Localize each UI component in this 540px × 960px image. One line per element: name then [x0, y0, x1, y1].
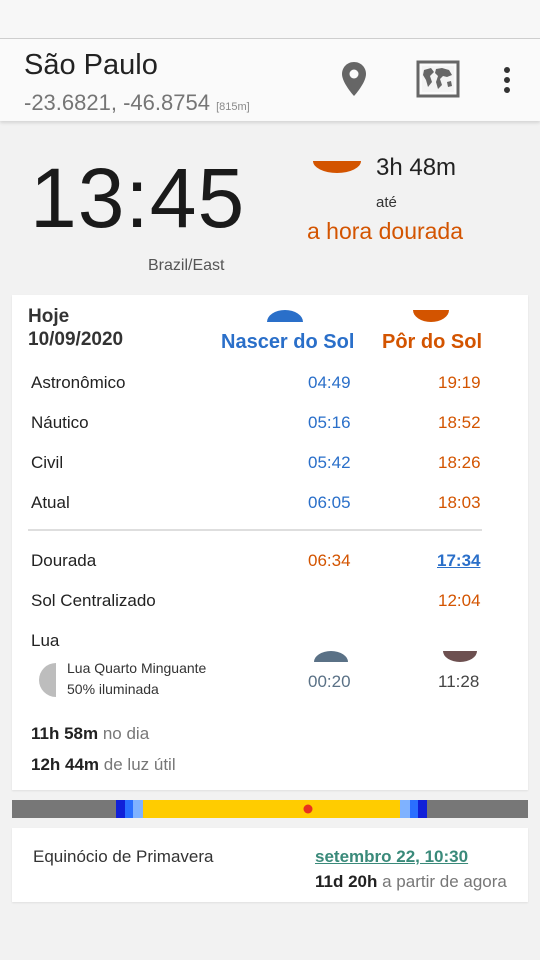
app-bar: São Paulo -23.6821, -46.8754 [815m]	[0, 39, 540, 121]
overflow-menu-button[interactable]	[496, 63, 518, 97]
equinox-card: Equinócio de Primavera setembro 22, 10:3…	[12, 828, 528, 902]
solar-noon[interactable]: 12:04	[438, 591, 481, 611]
world-map-icon	[416, 60, 460, 98]
row-label-nautical: Náutico	[31, 413, 89, 432]
light-length-suffix: de luz útil	[103, 755, 176, 774]
sunrise-header: Nascer do Sol	[221, 331, 355, 353]
next-event: a hora dourada	[307, 218, 464, 244]
divider	[28, 529, 482, 531]
day-length-suffix: no dia	[102, 724, 150, 743]
equinox-label: Equinócio de Primavera	[33, 847, 214, 866]
current-time: 13:45	[30, 151, 246, 245]
equinox-date-link[interactable]: setembro 22, 10:30	[315, 847, 468, 867]
nautical-rise[interactable]: 05:16	[308, 413, 351, 433]
location-button[interactable]	[336, 59, 372, 99]
date-label: 10/09/2020	[28, 329, 124, 350]
row-label-actual: Atual	[31, 493, 70, 512]
astronomical-rise[interactable]: 04:49	[308, 373, 351, 393]
sunset-dome-icon	[313, 161, 361, 173]
city-name[interactable]: São Paulo	[24, 49, 158, 82]
equinox-remaining: 11d 20h a partir de agora	[315, 872, 507, 892]
map-button[interactable]	[414, 58, 462, 100]
moon-illumination: 50% iluminada	[67, 681, 159, 697]
daylight-timeline[interactable]	[12, 800, 528, 818]
moonset-time[interactable]: 11:28	[438, 672, 479, 692]
actual-set[interactable]: 18:03	[438, 493, 481, 513]
moonset-dome-icon	[443, 651, 477, 662]
actual-rise[interactable]: 06:05	[308, 493, 351, 513]
row-label-noon: Sol Centralizado	[31, 591, 156, 610]
sunrise-dome-icon	[267, 310, 303, 322]
more-vert-icon	[504, 67, 510, 93]
moonrise-dome-icon	[314, 651, 348, 662]
countdown: 3h 48m	[376, 154, 457, 181]
nautical-set[interactable]: 18:52	[438, 413, 481, 433]
equinox-remaining-value: 11d 20h	[315, 872, 378, 891]
sunset-dome-icon	[413, 310, 449, 322]
row-label-moon: Lua	[31, 631, 60, 650]
moonrise-time[interactable]: 00:20	[308, 672, 351, 692]
civil-rise[interactable]: 05:42	[308, 453, 351, 473]
moon-phase: Lua Quarto Minguante	[67, 660, 207, 676]
astronomical-set[interactable]: 19:19	[438, 373, 481, 393]
row-label-civil: Civil	[31, 453, 64, 472]
light-length: 12h 44m de luz útil	[31, 755, 176, 775]
row-label-astronomical: Astronômico	[31, 373, 126, 392]
until-label: até	[376, 194, 397, 211]
times-card: Hoje 10/09/2020 Nascer do Sol Pôr do Sol…	[12, 295, 528, 790]
equinox-remaining-suffix: a partir de agora	[382, 872, 507, 891]
golden-morning[interactable]: 06:34	[308, 551, 351, 571]
coordinates: -23.6821, -46.8754 [815m]	[24, 90, 250, 116]
today-label: Hoje	[28, 306, 70, 327]
day-length-value: 11h 58m	[31, 724, 99, 743]
status-bar	[0, 0, 540, 39]
light-length-value: 12h 44m	[31, 755, 100, 774]
golden-evening-link[interactable]: 17:34	[437, 551, 480, 571]
moon-phase-icon	[39, 663, 56, 697]
coordinates-value: -23.6821, -46.8754	[24, 90, 210, 115]
sunset-header: Pôr do Sol	[382, 331, 482, 353]
elevation: [815m]	[216, 101, 250, 113]
row-label-golden: Dourada	[31, 551, 97, 570]
location-pin-icon	[342, 62, 366, 96]
civil-set[interactable]: 18:26	[438, 453, 481, 473]
timezone: Brazil/East	[148, 257, 225, 274]
day-length: 11h 58m no dia	[31, 724, 149, 744]
